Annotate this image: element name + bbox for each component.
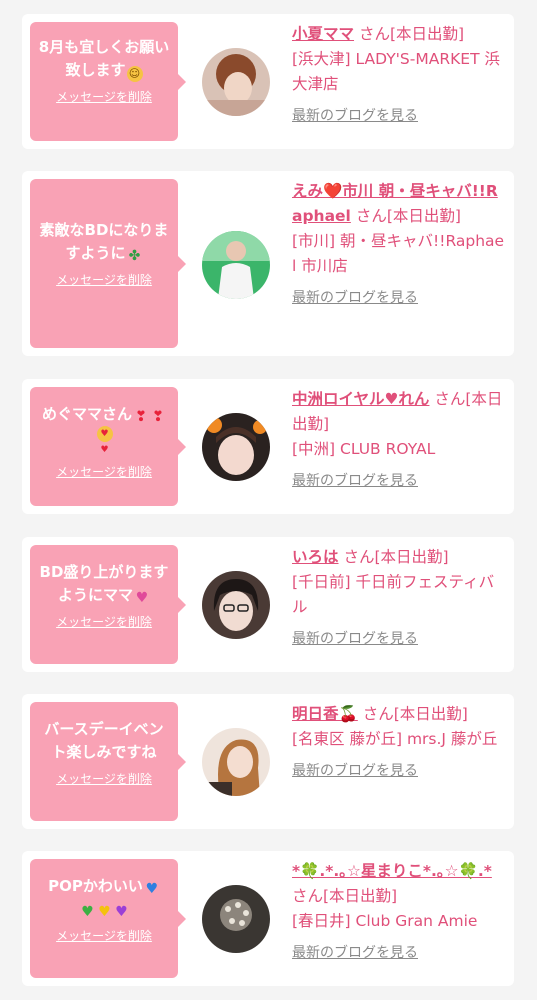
sender-info: *🍀.*.｡☆星まりこ*.｡☆🍀.* さん[本日出勤] [春日井] Club G… — [292, 859, 506, 962]
sender-info: えみ❤️市川 朝・昼キャバ!!Raphael さん[本日出勤] [市川] 朝・昼… — [292, 179, 506, 307]
message-bubble: 8月も宜しくお願い致します ☺ メッセージを削除 — [30, 22, 186, 141]
hugging-face-emoji: ☺ — [126, 66, 143, 82]
message-card: POPかわいい ♥ ♥ ♥ ♥ メッセージを削除 *🍀.*.｡☆星まりこ*.｡☆🍀.* … — [22, 851, 514, 986]
sender-status: さん[本日出勤] — [343, 548, 449, 566]
sender-name-line: いろは さん[本日出勤] — [292, 545, 506, 570]
latest-blog-link[interactable]: 最新のブログを見る — [292, 470, 418, 490]
sender-name-line: 小夏ママ さん[本日出勤] — [292, 22, 506, 47]
sender-name-line: 中洲ロイヤル♥れん さん[本日出勤] — [292, 387, 506, 437]
shop-name: [市川] 朝・昼キャバ!!Raphael 市川店 — [292, 232, 505, 275]
exclamation-heart-emoji: ❣ — [152, 409, 164, 425]
message-text: 8月も宜しくお願い致します ☺ — [38, 38, 170, 82]
sender-name-line: えみ❤️市川 朝・昼キャバ!!Raphael さん[本日出勤] — [292, 179, 506, 229]
shop-name: [名東区 藤が丘] mrs.J 藤が丘 — [292, 730, 498, 748]
latest-blog-link[interactable]: 最新のブログを見る — [292, 105, 418, 125]
avatar[interactable] — [202, 48, 270, 116]
sparkling-heart-emoji: ♥ — [135, 590, 149, 606]
message-card: バースデーイベント楽しみですね メッセージを削除 明日香🍒 さん[本日出勤] [… — [22, 694, 514, 829]
delete-message-link[interactable]: メッセージを削除 — [56, 927, 152, 944]
message-text: バースデーイベント楽しみですね — [44, 720, 164, 761]
sender-info: 明日香🍒 さん[本日出勤] [名東区 藤が丘] mrs.J 藤が丘 最新のブログ… — [292, 702, 506, 780]
shop-name: [千日前] 千日前フェスティバル — [292, 573, 495, 616]
sender-name-link[interactable]: いろは — [292, 548, 339, 566]
message-text: POPかわいい ♥ ♥ ♥ ♥ — [48, 877, 159, 920]
sender-status: さん[本日出勤] — [362, 705, 468, 723]
message-card: めぐママさん ❣ ❣♥♥ メッセージを削除 中洲ロイヤル♥れん さん[本日出勤] [… — [22, 379, 514, 514]
sender-info: いろは さん[本日出勤] [千日前] 千日前フェスティバル 最新のブログを見る — [292, 545, 506, 648]
heart-eyes-emoji: ♥♥ — [96, 426, 113, 455]
sender-name-line: *🍀.*.｡☆星まりこ*.｡☆🍀.* さん[本日出勤] — [292, 859, 506, 909]
delete-message-link[interactable]: メッセージを削除 — [56, 770, 152, 787]
yellow-heart-emoji: ♥ — [98, 904, 111, 920]
delete-message-link[interactable]: メッセージを削除 — [56, 88, 152, 105]
avatar[interactable] — [202, 231, 270, 299]
latest-blog-link[interactable]: 最新のブログを見る — [292, 628, 418, 648]
green-heart-emoji: ♥ — [81, 904, 94, 920]
shop-name: [浜大津] LADY'S-MARKET 浜大津店 — [292, 50, 500, 93]
message-card: 素敵なBDになりますように ✤ メッセージを削除 えみ❤️市川 朝・昼キャバ!!R… — [22, 171, 514, 356]
delete-message-link[interactable]: メッセージを削除 — [56, 463, 152, 480]
four-leaf-clover-emoji: ✤ — [128, 248, 141, 264]
message-bubble: バースデーイベント楽しみですね メッセージを削除 — [30, 702, 186, 821]
message-text: 素敵なBDになりますように ✤ — [39, 221, 169, 264]
avatar[interactable] — [202, 728, 270, 796]
latest-blog-link[interactable]: 最新のブログを見る — [292, 760, 418, 780]
latest-blog-link[interactable]: 最新のブログを見る — [292, 942, 418, 962]
message-bubble: 素敵なBDになりますように ✤ メッセージを削除 — [30, 179, 186, 348]
message-bubble: POPかわいい ♥ ♥ ♥ ♥ メッセージを削除 — [30, 859, 186, 978]
message-text: BD盛り上がりますようにママ ♥ — [39, 563, 169, 606]
message-card: BD盛り上がりますようにママ ♥ メッセージを削除 いろは さん[本日出勤] [千… — [22, 537, 514, 672]
sender-status: さん[本日出勤] — [292, 887, 398, 905]
avatar[interactable] — [202, 571, 270, 639]
message-card: 8月も宜しくお願い致します ☺ メッセージを削除 小夏ママ さん[本日出勤] [浜… — [22, 14, 514, 149]
delete-message-link[interactable]: メッセージを削除 — [56, 613, 152, 630]
sender-name-link[interactable]: *🍀.*.｡☆星まりこ*.｡☆🍀.* — [292, 862, 492, 880]
sender-status: さん[本日出勤] — [358, 25, 465, 43]
shop-name: [春日井] Club Gran Amie — [292, 912, 478, 930]
latest-blog-link[interactable]: 最新のブログを見る — [292, 287, 418, 307]
message-list: 8月も宜しくお願い致します ☺ メッセージを削除 小夏ママ さん[本日出勤] [浜… — [0, 0, 537, 1000]
sender-status: さん[本日出勤] — [355, 207, 461, 225]
sender-name-link[interactable]: 中洲ロイヤル♥れん — [292, 390, 429, 408]
sender-info: 中洲ロイヤル♥れん さん[本日出勤] [中洲] CLUB ROYAL 最新のブロ… — [292, 387, 506, 490]
purple-heart-emoji: ♥ — [115, 904, 128, 920]
avatar[interactable] — [202, 413, 270, 481]
delete-message-link[interactable]: メッセージを削除 — [56, 271, 152, 288]
exclamation-heart-emoji: ❣ — [135, 409, 147, 425]
blue-heart-emoji: ♥ — [145, 881, 159, 897]
sender-name-line: 明日香🍒 さん[本日出勤] — [292, 702, 506, 727]
shop-name: [中洲] CLUB ROYAL — [292, 440, 436, 458]
sender-info: 小夏ママ さん[本日出勤] [浜大津] LADY'S-MARKET 浜大津店 最… — [292, 22, 506, 125]
sender-name-link[interactable]: 明日香🍒 — [292, 705, 358, 723]
message-bubble: めぐママさん ❣ ❣♥♥ メッセージを削除 — [30, 387, 186, 506]
message-bubble: BD盛り上がりますようにママ ♥ メッセージを削除 — [30, 545, 186, 664]
sender-name-link[interactable]: 小夏ママ — [292, 25, 354, 43]
message-text: めぐママさん ❣ ❣♥♥ — [38, 403, 170, 457]
avatar[interactable] — [202, 885, 270, 953]
